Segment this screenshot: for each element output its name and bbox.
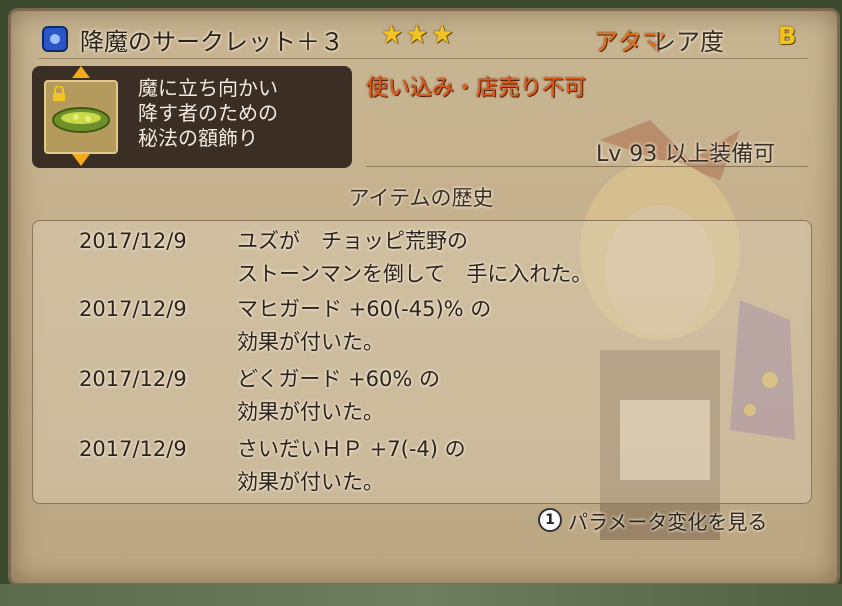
arrow-up-icon[interactable] [72, 66, 90, 78]
history-date: 2017/12/9 [79, 367, 187, 391]
helmet-category-icon [42, 26, 68, 52]
history-text: ユズが チョッピ荒野の ストーンマンを倒して 手に入れた。 [237, 229, 593, 286]
button-1-icon: 1 [538, 508, 562, 532]
history-text: マヒガード +60(-45)% の 効果が付いた。 [237, 297, 492, 354]
parameter-change-button[interactable]: 1 パラメータ変化を見る [538, 506, 767, 534]
title-divider [38, 58, 808, 59]
history-list: 2017/12/9 ユズが チョッピ荒野の ストーンマンを倒して 手に入れた。 … [32, 220, 812, 504]
item-name: 降魔のサークレット＋３ [80, 28, 344, 56]
item-description: 魔に立ち向かい 降す者のための 秘法の額飾り [138, 76, 278, 150]
rarity-label: レア度 [652, 28, 724, 56]
history-text: どくガード +60% の 効果が付いた。 [237, 367, 440, 424]
item-star-rating: ★★★ [380, 20, 456, 50]
history-text: さいだいＨＰ +7(-4) の 効果が付いた。 [237, 437, 466, 494]
level-requirement: Lv 93 以上装備可 [596, 136, 775, 168]
level-divider [366, 166, 808, 167]
history-title: アイテムの歴史 [348, 186, 494, 210]
arrow-down-icon[interactable] [72, 154, 90, 166]
history-date: 2017/12/9 [79, 297, 187, 321]
history-date: 2017/12/9 [79, 437, 187, 461]
background-strip [0, 584, 842, 606]
restriction-notice: 使い込み・店売り不可 [366, 76, 587, 101]
rarity-grade: B [778, 22, 797, 50]
level-value: 93 [629, 142, 658, 167]
history-date: 2017/12/9 [79, 229, 187, 253]
level-prefix: Lv [596, 142, 622, 167]
lock-icon [53, 86, 65, 101]
parameter-change-label: パラメータ変化を見る [568, 509, 768, 534]
level-suffix: 以上装備可 [665, 142, 776, 167]
